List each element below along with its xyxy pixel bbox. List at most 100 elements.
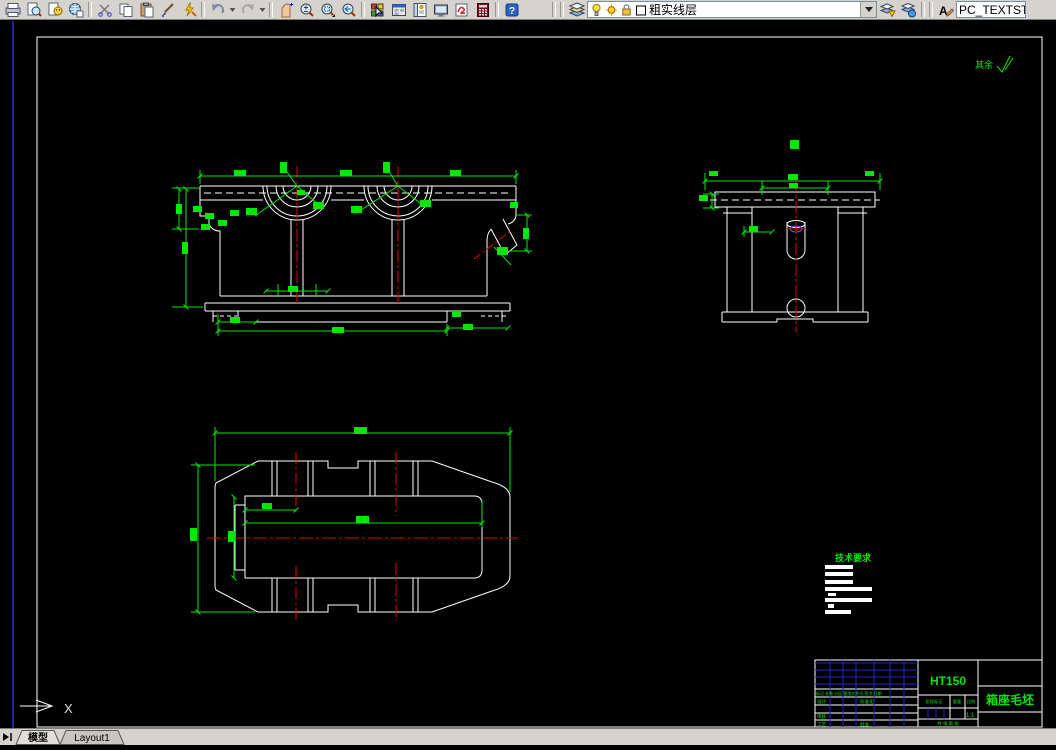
color-palette-icon — [370, 3, 383, 17]
publish-button[interactable] — [44, 1, 65, 19]
undo-dropdown[interactable] — [228, 1, 237, 19]
side-view — [702, 173, 883, 332]
design-center-button[interactable] — [388, 1, 409, 19]
layer-previous-icon — [900, 2, 916, 17]
toolbar-separator — [495, 2, 499, 17]
calculator-icon — [476, 2, 489, 17]
zoom-previous-icon — [342, 3, 356, 17]
zoom-realtime-button[interactable] — [296, 1, 317, 19]
layer-states-button[interactable] — [877, 1, 898, 19]
stage-label: 阶段标记 — [926, 698, 944, 705]
tool-palettes-button[interactable] — [409, 1, 430, 19]
tab-model[interactable]: 模型 — [15, 730, 61, 745]
quick-modify-button[interactable] — [178, 1, 199, 19]
layout-tab-bar: 模型 Layout1 — [0, 728, 1056, 745]
tool-palettes-icon — [413, 2, 426, 17]
layer-combo-dropdown[interactable] — [860, 2, 876, 17]
scale-label: 比例 — [967, 698, 975, 705]
chevron-down-icon — [259, 7, 266, 12]
zoom-window-button[interactable] — [317, 1, 338, 19]
markup-button[interactable] — [451, 1, 472, 19]
zoom-realtime-icon — [300, 3, 314, 17]
undo-arrow-icon — [211, 3, 224, 14]
redo-arrow-icon — [241, 3, 254, 14]
pan-button[interactable] — [275, 1, 296, 19]
plot-button[interactable] — [2, 1, 23, 19]
toolbar-separator — [201, 2, 205, 17]
sheet-frame — [36, 36, 1043, 728]
top-dimensions — [191, 427, 513, 615]
properties-button[interactable] — [367, 1, 388, 19]
text-style-button[interactable]: A — [935, 1, 956, 19]
lightning-pencil-icon — [184, 1, 197, 17]
color-swatch-icon[interactable] — [635, 3, 647, 17]
toolbar-separator — [921, 2, 925, 17]
lock-icon[interactable] — [620, 3, 633, 17]
clipboard-paste-icon — [140, 2, 153, 17]
redo-button[interactable] — [237, 1, 258, 19]
tech-requirements: 技术要求 — [825, 552, 872, 614]
plot-preview-button[interactable] — [23, 1, 44, 19]
layer-combo-value: 粗实线层 — [649, 3, 698, 17]
revision-header: 标记 处数 分区 更改文件号 签字 日期 — [816, 690, 882, 696]
drawing-canvas[interactable]: 其余 技术要求 HT150 箱座毛坯 1:1 阶段标记 重量 比例 共 张 第 … — [0, 21, 1056, 728]
svg-text:模型: 模型 — [28, 731, 48, 744]
svg-text:技术要求: 技术要求 — [835, 552, 872, 563]
sheets-label: 共 张 第 张 — [937, 720, 959, 727]
tab-nav-button[interactable] — [0, 729, 14, 745]
approve-label: 批准 — [860, 721, 869, 728]
toolbar-separator — [929, 2, 933, 17]
top-view — [191, 427, 518, 621]
toolbar-separator — [269, 2, 273, 17]
toolbar-separator — [361, 2, 365, 17]
text-style-icon: A — [939, 4, 954, 18]
help-button[interactable]: ? — [501, 1, 522, 19]
check-label: 审核 — [817, 713, 826, 720]
scale-value: 1:1 — [966, 713, 975, 719]
markup-icon — [455, 3, 467, 16]
web-publish-button[interactable] — [65, 1, 86, 19]
process-label: 工艺 — [817, 722, 826, 727]
scissors-icon — [97, 3, 112, 17]
front-dimensions — [172, 164, 532, 336]
redo-dropdown[interactable] — [258, 1, 267, 19]
title-block: HT150 箱座毛坯 1:1 阶段标记 重量 比例 共 张 第 张 标记 处数 … — [814, 659, 1043, 728]
text-style-combo[interactable]: PC_TEXTSTY — [956, 1, 1026, 18]
zoom-window-icon — [321, 3, 335, 17]
style-combo-value: PC_TEXTSTY — [959, 2, 1025, 17]
help-icon: ? — [505, 3, 518, 17]
sheet-set-button[interactable] — [430, 1, 451, 19]
bulb-icon[interactable] — [590, 3, 603, 17]
front-view — [172, 164, 532, 336]
weight-label: 重量 — [953, 698, 961, 705]
material-value: HT150 — [930, 674, 966, 688]
pan-hand-icon — [281, 2, 293, 17]
cad-drawing: 其余 技术要求 HT150 箱座毛坯 1:1 阶段标记 重量 比例 共 张 第 … — [12, 21, 1043, 728]
calculator-button[interactable] — [472, 1, 493, 19]
paste-button[interactable] — [136, 1, 157, 19]
layer-combo[interactable]: 粗实线层 — [587, 1, 877, 18]
surface-note: 其余 — [975, 55, 1014, 73]
svg-text:?: ? — [508, 6, 514, 17]
page-magnifier-icon — [27, 2, 42, 17]
standardization-label: 标准化 — [860, 698, 874, 705]
zoom-previous-button[interactable] — [338, 1, 359, 19]
undo-button[interactable] — [207, 1, 228, 19]
brush-icon — [161, 2, 174, 17]
cut-button[interactable] — [94, 1, 115, 19]
monitor-icon — [433, 4, 448, 17]
printer-icon — [5, 2, 20, 17]
tab-layout1[interactable]: Layout1 — [59, 730, 125, 745]
design-label: 设计 — [817, 698, 826, 705]
tech-requirements-lines — [825, 565, 872, 614]
chevron-down-icon — [864, 7, 873, 12]
copy-button[interactable] — [115, 1, 136, 19]
match-properties-button[interactable] — [157, 1, 178, 19]
ucs-x-label: X — [64, 701, 73, 716]
layer-previous-button[interactable] — [898, 1, 919, 19]
layer-properties-button[interactable] — [566, 1, 587, 19]
chevron-down-icon — [229, 7, 236, 12]
svg-text:Layout1: Layout1 — [74, 733, 110, 744]
svg-text:其余: 其余 — [975, 59, 993, 70]
sun-icon[interactable] — [605, 3, 618, 17]
